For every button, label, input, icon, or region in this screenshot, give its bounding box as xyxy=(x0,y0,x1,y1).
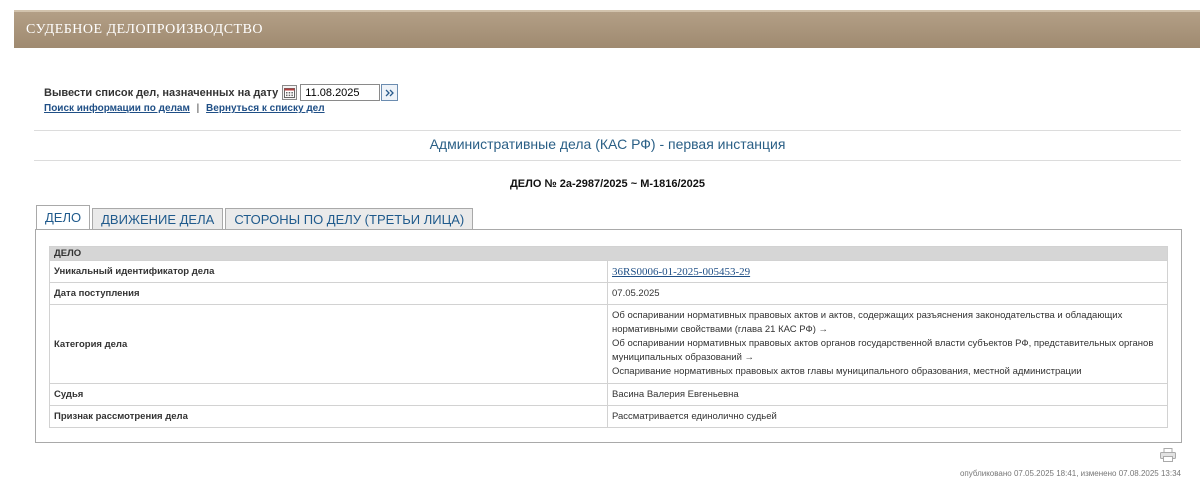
row-label: Признак рассмотрения дела xyxy=(49,405,608,428)
case-panel: ДЕЛО Уникальный идентификатор дела 36RS0… xyxy=(35,229,1182,443)
divider xyxy=(34,160,1181,161)
tab-case-movement[interactable]: Движение дела xyxy=(92,208,224,230)
category-line: Оспаривание нормативных правовых актов г… xyxy=(612,366,1082,377)
category-line: Об оспаривании нормативных правовых акто… xyxy=(612,310,1123,321)
row-label: Категория дела xyxy=(49,304,608,384)
table-row: Уникальный идентификатор дела 36RS0006-0… xyxy=(49,260,1168,283)
page-header: СУДЕБНОЕ ДЕЛОПРОИЗВОДСТВО xyxy=(14,10,1200,48)
row-label: Дата поступления xyxy=(49,282,608,305)
table-row: Дата поступления 07.05.2025 xyxy=(49,282,1168,305)
row-label: Уникальный идентификатор дела xyxy=(49,260,608,283)
calendar-icon[interactable] xyxy=(282,85,298,100)
nav-links: Поиск информации по делам | Вернуться к … xyxy=(44,103,325,114)
links-separator: | xyxy=(196,103,200,114)
divider xyxy=(34,130,1181,131)
row-value: 36RS0006-01-2025-005453-29 xyxy=(607,260,1168,283)
date-filter-label: Вывести список дел, назначенных на дату xyxy=(44,86,279,99)
row-value: 07.05.2025 xyxy=(607,282,1168,305)
case-uid-link[interactable]: 36RS0006-01-2025-005453-29 xyxy=(612,266,750,278)
printer-icon[interactable] xyxy=(1160,448,1176,467)
row-value: Об оспаривании нормативных правовых акто… xyxy=(607,304,1168,384)
table-row: Судья Васина Валерия Евгеньевна xyxy=(49,383,1168,406)
section-title: Административные дела (КАС РФ) - первая … xyxy=(429,136,786,152)
table-row: Категория дела Об оспаривании нормативны… xyxy=(49,304,1168,384)
row-label: Судья xyxy=(49,383,608,406)
row-value: Рассматривается единолично судьей xyxy=(607,405,1168,428)
row-value: Васина Валерия Евгеньевна xyxy=(607,383,1168,406)
search-cases-link[interactable]: Поиск информации по делам xyxy=(44,103,190,114)
tab-case-parties[interactable]: Стороны по делу (третьи лица) xyxy=(225,208,474,230)
category-line: муниципальных образований → xyxy=(612,352,755,363)
header-title: СУДЕБНОЕ ДЕЛОПРОИЗВОДСТВО xyxy=(26,22,264,37)
tab-case[interactable]: Дело xyxy=(36,205,91,231)
table-header-row: ДЕЛО xyxy=(49,246,1168,261)
category-line: Об оспаривании нормативных правовых акто… xyxy=(612,338,1154,349)
back-to-list-link[interactable]: Вернуться к списку дел xyxy=(206,103,325,114)
double-chevron-right-icon[interactable] xyxy=(381,84,399,101)
date-input[interactable] xyxy=(300,84,381,101)
date-filter: Вывести список дел, назначенных на дату xyxy=(44,84,399,101)
table-header: ДЕЛО xyxy=(49,246,1168,261)
table-row: Признак рассмотрения дела Рассматриваетс… xyxy=(49,405,1168,428)
tab-bar: Дело Движение дела Стороны по делу (трет… xyxy=(36,204,475,231)
case-number: ДЕЛО № 2а-2987/2025 ~ М-1816/2025 xyxy=(509,178,706,190)
case-table: ДЕЛО Уникальный идентификатор дела 36RS0… xyxy=(49,246,1168,428)
category-line: нормативными свойствами (глава 21 КАС РФ… xyxy=(612,324,828,335)
publish-info: опубликовано 07.05.2025 18:41, изменено … xyxy=(959,469,1181,478)
